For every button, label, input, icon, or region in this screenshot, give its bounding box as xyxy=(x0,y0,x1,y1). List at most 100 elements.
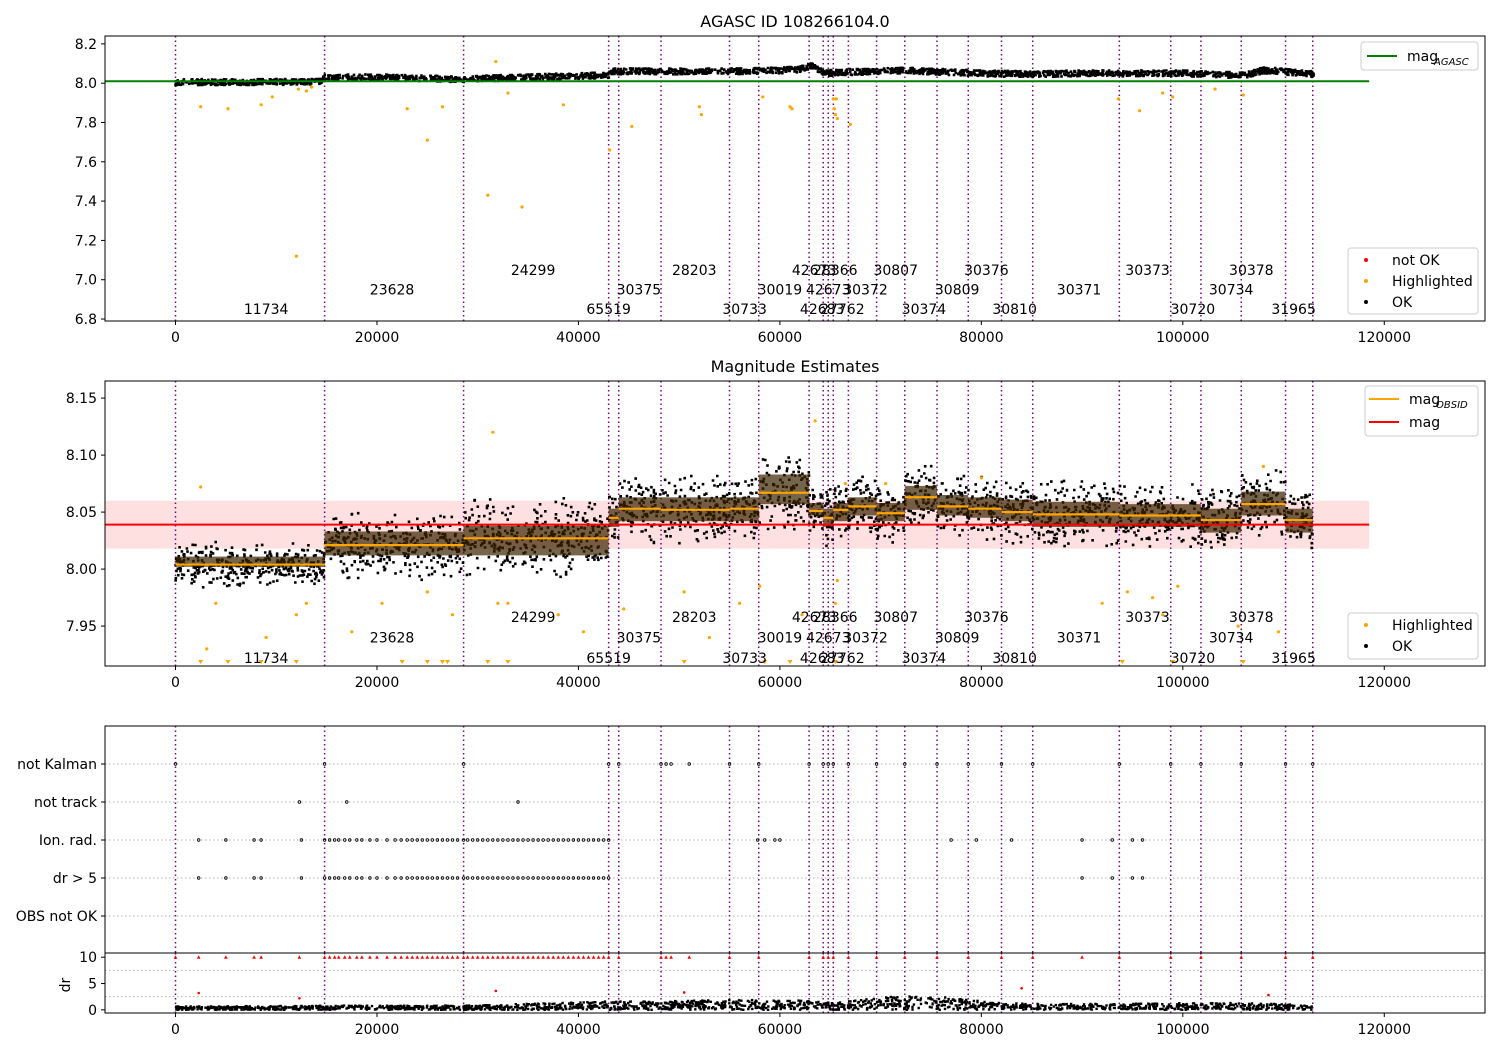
highlighted-point xyxy=(707,635,711,640)
y-tick-label: 7.0 xyxy=(75,273,97,289)
chart-2-title: Magnitude Estimates xyxy=(711,357,880,376)
flag-label: Ion. rad. xyxy=(39,833,97,849)
highlighted-point xyxy=(833,113,837,117)
highlighted-point xyxy=(1241,93,1245,97)
legend-label: Highlighted xyxy=(1392,618,1473,634)
obsid-label: 30810 xyxy=(992,302,1037,318)
obsid-label: 30373 xyxy=(1125,610,1170,626)
highlighted-point xyxy=(520,205,524,209)
y-tick-label: 8.00 xyxy=(66,562,97,578)
highlighted-point xyxy=(296,87,301,91)
highlighted-point xyxy=(682,590,686,594)
x-tick-label: 60000 xyxy=(758,1022,803,1038)
x-tick-label: 40000 xyxy=(556,330,601,346)
obsid-label: 30733 xyxy=(722,302,767,318)
y-tick-label: 8.10 xyxy=(66,448,97,464)
obsid-label: 30809 xyxy=(935,631,980,647)
mag-obsid-uncertainty xyxy=(463,525,609,556)
obsid-label: 28366 xyxy=(813,610,858,626)
obsid-label: 24299 xyxy=(511,610,556,626)
highlighted-point xyxy=(834,97,838,101)
obsid-label: 30375 xyxy=(617,631,662,647)
x-tick-label: 20000 xyxy=(355,675,400,691)
mag-obsid-uncertainty xyxy=(1001,499,1033,522)
highlighted-point xyxy=(506,601,510,605)
highlighted-point xyxy=(1150,596,1155,600)
legend-subscript: AGASC xyxy=(1433,57,1469,68)
highlighted-point xyxy=(1161,91,1165,95)
highlighted-point xyxy=(979,476,983,480)
agasc-magnitude-panel: 11734 23628 24299 65519 30375 28203 30733 30019… xyxy=(75,35,1486,346)
highlighted-point xyxy=(1116,97,1120,101)
highlighted-point xyxy=(790,107,794,111)
obsid-label: 27762 xyxy=(820,302,865,318)
highlighted-point xyxy=(1176,584,1180,588)
legend-label: not OK xyxy=(1392,253,1440,269)
highlighted-point xyxy=(761,95,765,99)
dr-outlier-point xyxy=(494,989,498,993)
highlighted-point xyxy=(214,601,218,605)
x-tick-label: 0 xyxy=(171,675,180,691)
x-tick-label: 100000 xyxy=(1156,675,1209,691)
highlighted-point xyxy=(1213,87,1217,91)
obsid-label: 31965 xyxy=(1271,302,1316,318)
y-tick-label: 8.15 xyxy=(66,391,97,407)
flag-label: not Kalman xyxy=(17,757,97,773)
legend-dot-swatch xyxy=(1364,258,1368,262)
highlighted-point xyxy=(608,148,612,152)
highlighted-point xyxy=(405,107,409,111)
obsid-label: 30372 xyxy=(843,283,888,299)
obsid-label: 30734 xyxy=(1209,631,1254,647)
legend-label: OK xyxy=(1392,639,1413,655)
highlighted-point xyxy=(494,59,498,64)
obsid-label: 30734 xyxy=(1209,283,1254,299)
flag-label: dr > 5 xyxy=(53,871,97,887)
obsid-label: 30733 xyxy=(722,651,767,667)
x-tick-label: 120000 xyxy=(1358,1022,1411,1038)
x-tick-label: 60000 xyxy=(758,675,803,691)
obsid-label: 28366 xyxy=(813,263,858,279)
dr-axis-label: dr xyxy=(58,977,74,992)
highlighted-point xyxy=(309,85,314,89)
obsid-label: 28203 xyxy=(672,610,717,626)
legend-label: Highlighted xyxy=(1392,274,1473,290)
obsid-label: 30373 xyxy=(1125,263,1170,279)
highlighted-point xyxy=(450,613,455,617)
highlighted-point xyxy=(259,103,263,107)
highlighted-point xyxy=(199,485,203,489)
obsid-label: 30019 xyxy=(758,283,803,299)
mag-obsid-uncertainty xyxy=(937,495,969,516)
obsid-label: 65519 xyxy=(586,302,631,318)
y-tick-label: 10 xyxy=(79,950,97,966)
highlighted-point xyxy=(491,430,495,434)
mag-obsid-uncertainty xyxy=(968,497,1002,518)
legend-dot-swatch xyxy=(1364,300,1368,304)
x-tick-label: 40000 xyxy=(556,675,601,691)
obsid-label: 30019 xyxy=(758,631,803,647)
obsid-label: 30720 xyxy=(1171,302,1216,318)
dr-outlier-point xyxy=(682,991,686,994)
y-tick-label: 6.8 xyxy=(75,312,97,328)
obsid-label: 30807 xyxy=(873,610,918,626)
x-tick-label: 20000 xyxy=(355,1022,400,1038)
obsid-label: 30809 xyxy=(935,283,980,299)
obsid-label: 30372 xyxy=(843,631,888,647)
highlighted-point xyxy=(486,193,490,197)
highlighted-point xyxy=(556,613,560,617)
obsid-label: 23628 xyxy=(370,283,415,299)
x-tick-label: 120000 xyxy=(1358,675,1411,691)
x-tick-label: 80000 xyxy=(959,675,1004,691)
y-tick-label: 7.2 xyxy=(75,233,97,249)
y-tick-label: 7.8 xyxy=(75,115,97,131)
highlighted-point xyxy=(831,97,835,101)
highlighted-point xyxy=(884,482,888,486)
x-tick-label: 120000 xyxy=(1358,330,1411,346)
obsid-label: 30376 xyxy=(964,610,1009,626)
highlighted-point xyxy=(1261,464,1265,469)
mag-obsid-uncertainty xyxy=(758,474,810,505)
y-tick-label: 5 xyxy=(88,977,97,993)
highlighted-point xyxy=(561,103,565,107)
mag-obsid-uncertainty xyxy=(809,503,824,516)
legend-dot-swatch xyxy=(1364,644,1368,648)
mag-obsid-uncertainty xyxy=(833,503,849,522)
